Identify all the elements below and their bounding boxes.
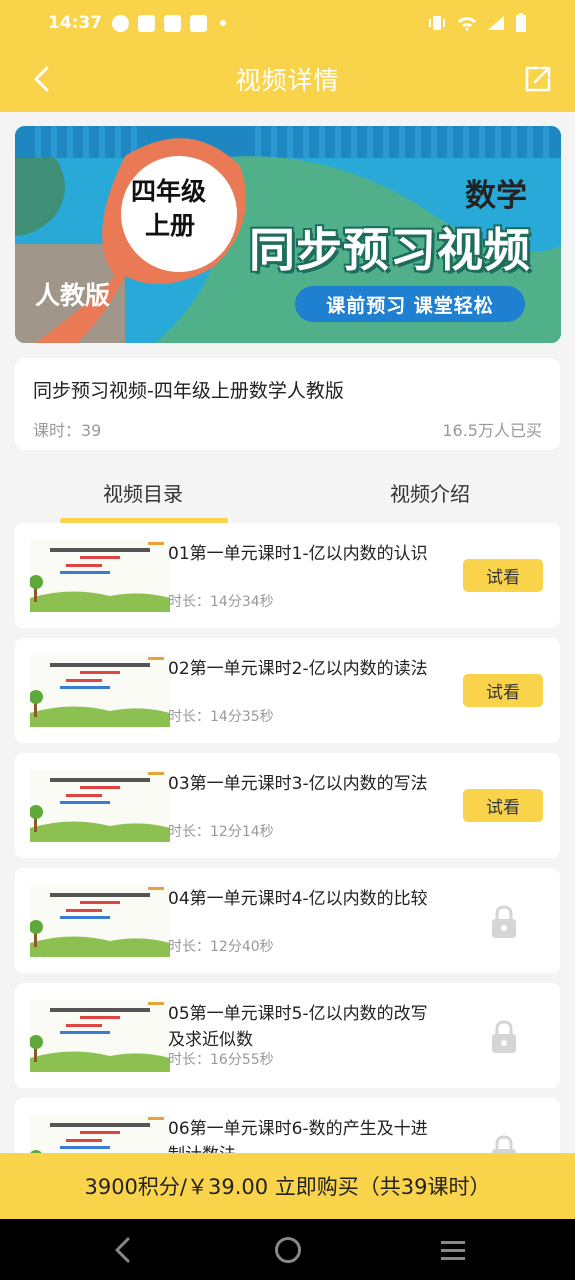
trial-button[interactable]: 试看 [463,789,543,822]
lesson-title: 03第一单元课时3-亿以内数的写法 [168,774,428,794]
system-icons [427,13,527,33]
lesson-item[interactable]: 04第一单元课时4-亿以内数的比较 时长：12分40秒 [15,868,560,973]
wifi-icon [458,17,476,31]
course-banner: 四年级 上册 人教版 数学 同步预习视频 课前预习 课堂轻松 [15,126,561,343]
tab-video-intro[interactable]: 视频介绍 [390,478,470,507]
course-info-card: 同步预习视频-四年级上册数学人教版 课时：39 16.5万人已买 [15,358,560,450]
nav-recents-icon[interactable] [440,1238,466,1262]
vibrate-icon [429,16,445,30]
status-time: 14:37 [48,13,103,33]
back-button[interactable] [26,64,56,94]
lesson-thumbnail [30,1115,170,1153]
banner-subject: 数学 [465,178,527,214]
share-icon [525,66,551,92]
course-meta: 课时：39 16.5万人已买 [33,417,542,441]
lesson-thumbnail [30,655,170,727]
lesson-title: 04第一单元课时4-亿以内数的比较 [168,889,428,909]
course-title: 同步预习视频-四年级上册数学人教版 [33,380,344,402]
lock-icon [492,905,516,938]
tab-video-catalog[interactable]: 视频目录 [103,478,183,507]
banner-headline: 同步预习视频 [249,223,531,277]
purchase-count: 16.5万人已买 [442,421,542,440]
lesson-title: 06第一单元课时6-数的产生及十进制计数法 [168,1119,428,1153]
trial-button[interactable]: 试看 [463,674,543,707]
battery-icon [516,13,526,32]
trial-button[interactable]: 试看 [463,559,543,592]
more-notifications-dot [220,20,227,26]
status-bar: 14:37 [0,0,575,46]
help-circle-icon [112,14,130,32]
banner-edition: 人教版 [35,281,111,310]
signal-icon [488,16,504,30]
lesson-title: 02第一单元课时2-亿以内数的读法 [168,659,428,679]
lesson-duration: 时长：12分40秒 [168,939,274,955]
lesson-duration: 时长：16分55秒 [168,1052,274,1068]
app-bar: 视频详情 [0,46,575,112]
notification-icons [112,14,227,32]
tab-bar: 视频目录 视频介绍 [0,466,575,524]
lesson-thumbnail [30,540,170,612]
system-nav-bar [0,1219,575,1280]
lesson-item[interactable]: 05第一单元课时5-亿以内数的改写及求近似数 时长：16分55秒 [15,983,560,1088]
purchase-button[interactable]: 3900积分/￥39.00 立即购买（共39课时） [0,1153,575,1219]
mail-icon [138,14,156,32]
lesson-duration: 时长：12分14秒 [168,824,274,840]
lesson-title: 01第一单元课时1-亿以内数的认识 [168,544,428,564]
page-title: 视频详情 [235,66,340,95]
mail-icon [164,14,182,32]
lesson-duration: 时长：14分34秒 [168,594,274,610]
lesson-count: 课时：39 [33,421,102,440]
lesson-item[interactable]: 02第一单元课时2-亿以内数的读法 时长：14分35秒 试看 [15,638,560,743]
lesson-thumbnail [30,770,170,842]
mail-icon [190,14,208,32]
nav-back-icon[interactable] [110,1235,134,1265]
lesson-item[interactable]: 01第一单元课时1-亿以内数的认识 时长：14分34秒 试看 [15,523,560,628]
lesson-thumbnail [30,1000,170,1072]
lesson-item[interactable]: 03第一单元课时3-亿以内数的写法 时长：12分14秒 试看 [15,753,560,858]
lock-icon [492,1020,516,1053]
back-arrow-icon [34,66,49,92]
share-button[interactable] [521,62,555,96]
banner-grade-line2: 上册 [145,211,196,240]
nav-home-icon[interactable] [275,1237,301,1263]
lesson-duration: 时长：14分35秒 [168,709,274,725]
lesson-list: 01第一单元课时1-亿以内数的认识 时长：14分34秒 试看 02第一单元课时2… [15,523,560,1153]
lesson-thumbnail [30,885,170,957]
lesson-title: 05第一单元课时5-亿以内数的改写及求近似数 [168,1004,428,1050]
lesson-item[interactable]: 06第一单元课时6-数的产生及十进制计数法 [15,1098,560,1153]
banner-tagline: 课前预习 课堂轻松 [295,286,525,322]
banner-grade-line1: 四年级 [131,177,207,206]
lock-icon [492,1135,516,1153]
